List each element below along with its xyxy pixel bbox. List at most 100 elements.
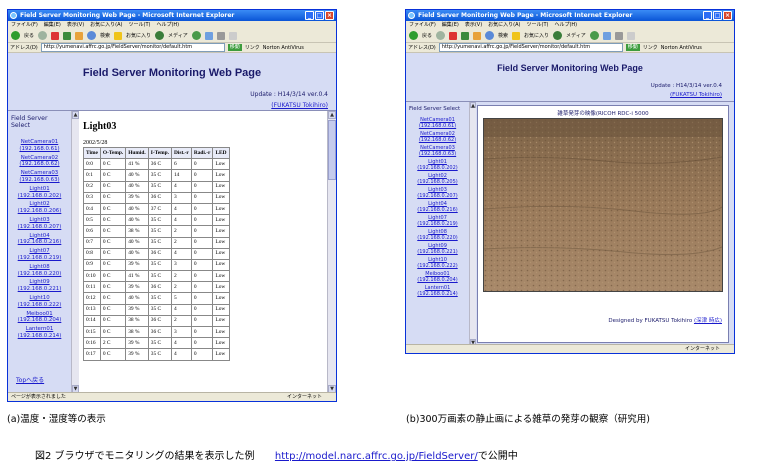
menu-favorites[interactable]: お気に入り(A) [90, 21, 122, 29]
print-icon[interactable] [614, 31, 623, 40]
sidebar-item-light01[interactable]: Light01 (192.168.0.202) [8, 186, 71, 200]
sidebar-item-netcamera03[interactable]: NetCamera03 (192.168.0.63) [8, 170, 71, 184]
media-label[interactable]: メディア [566, 32, 586, 39]
sidebar-item-netcamera03[interactable]: NetCamera03 (192.168.0.63) [406, 145, 469, 157]
menu-view[interactable]: 表示(V) [67, 21, 84, 29]
home-icon[interactable] [473, 31, 482, 40]
back-icon[interactable] [11, 31, 20, 40]
sidebar-item-light02[interactable]: Light02 (192.168.0.206) [8, 201, 71, 215]
history-icon[interactable] [589, 31, 599, 40]
norton-label[interactable]: Norton AntiVirus [263, 45, 304, 51]
sidebar-item-netcamera02[interactable]: NetCamera02 (192.168.0.62) [406, 131, 469, 143]
sidebar-item-netcamera01[interactable]: NetCamera01 (192.168.0.61) [406, 117, 469, 129]
contact-link[interactable]: (深津 時広) [694, 318, 722, 324]
top-link[interactable]: Topへ戻る [16, 375, 44, 384]
search-icon[interactable] [87, 31, 97, 40]
menu-tools[interactable]: ツール(T) [527, 21, 549, 29]
print-icon[interactable] [216, 31, 225, 40]
sidebar-item-light10[interactable]: Light10 (192.168.0.222) [406, 257, 469, 269]
maximize-button[interactable]: □ [713, 11, 722, 20]
media-label[interactable]: メディア [168, 32, 188, 39]
address-input[interactable]: http://yumenavi.affrc.go.jp/FieldServer/… [40, 43, 225, 52]
table-cell: 35 C [147, 292, 172, 305]
go-button[interactable]: 移動 [625, 44, 640, 51]
address-input[interactable]: http://yumenavi.affrc.go.jp/FieldServer/… [438, 43, 623, 52]
sidebar-item-light04[interactable]: Light04 (192.168.0.216) [406, 201, 469, 213]
sidebar-item-light09[interactable]: Light09 (192.168.0.221) [8, 279, 71, 293]
mail-icon[interactable] [204, 31, 213, 40]
sidebar-scrollbar[interactable]: ▲ ▼ [469, 102, 476, 345]
favorites-label[interactable]: お気に入り [126, 32, 151, 39]
back-icon[interactable] [409, 31, 418, 40]
menu-file[interactable]: ファイル(F) [409, 21, 436, 29]
search-icon[interactable] [485, 31, 495, 40]
menu-file[interactable]: ファイル(F) [11, 21, 38, 29]
history-icon[interactable] [191, 31, 201, 40]
sidebar-item-light03[interactable]: Light03 (192.168.0.207) [8, 217, 71, 231]
address-label: アドレス(D) [10, 45, 38, 51]
sidebar-item-light09[interactable]: Light09 (192.168.0.221) [406, 243, 469, 255]
menu-edit[interactable]: 編集(E) [44, 21, 61, 29]
back-label[interactable]: 戻る [24, 32, 34, 39]
sidebar-item-light03[interactable]: Light03 (192.168.0.207) [406, 187, 469, 199]
search-label[interactable]: 検索 [100, 32, 110, 39]
forward-icon[interactable] [38, 31, 48, 40]
sidebar-item-light08[interactable]: Light08 (192.168.0.220) [406, 229, 469, 241]
maximize-button[interactable]: □ [315, 11, 324, 20]
sidebar-scrollbar[interactable]: ▲ ▼ [71, 111, 79, 393]
mail-icon[interactable] [602, 31, 611, 40]
table-row: 0:10 0 C 41 % 35 C 2 0 Low [83, 270, 230, 283]
edit-icon[interactable] [228, 31, 237, 40]
sidebar-item-ip: (192.168.0.205) [417, 179, 458, 185]
minimize-button[interactable]: _ [703, 11, 712, 20]
sidebar-item-lantern01[interactable]: Lantern01 (192.168.0.214) [406, 285, 469, 297]
sidebar-item-light01[interactable]: Light01 (192.168.0.202) [406, 159, 469, 171]
back-label[interactable]: 戻る [422, 32, 432, 39]
search-label[interactable]: 検索 [498, 32, 508, 39]
forward-icon[interactable] [436, 31, 446, 40]
links-label[interactable]: リンク [245, 44, 260, 51]
menu-favorites[interactable]: お気に入り(A) [488, 21, 520, 29]
links-label[interactable]: リンク [643, 44, 658, 51]
menu-view[interactable]: 表示(V) [465, 21, 482, 29]
norton-label[interactable]: Norton AntiVirus [661, 45, 702, 51]
menu-edit[interactable]: 編集(E) [442, 21, 459, 29]
table-cell: 0 C [99, 281, 127, 294]
favorites-icon[interactable] [512, 31, 521, 40]
sidebar-item-meiboo01[interactable]: Meiboo01 (192.168.0.204) [406, 271, 469, 283]
sidebar-item-netcamera01[interactable]: NetCamera01 (192.168.0.61) [8, 139, 71, 153]
close-button[interactable]: × [723, 11, 732, 20]
menu-help[interactable]: ヘルプ(H) [156, 21, 179, 29]
home-icon[interactable] [75, 31, 84, 40]
menu-tools[interactable]: ツール(T) [129, 21, 151, 29]
sidebar-item-light07[interactable]: Light07 (192.168.0.219) [406, 215, 469, 227]
close-button[interactable]: × [325, 11, 334, 20]
author-link[interactable]: (FUKATSU Tokihiro) [670, 92, 722, 98]
table-cell: 0:15 [83, 325, 101, 339]
minimize-button[interactable]: _ [305, 11, 314, 20]
table-row: 0:7 0 C 40 % 35 C 2 0 Low [83, 236, 230, 249]
content-scrollbar[interactable]: ▲ ▼ [327, 111, 336, 393]
refresh-icon[interactable] [63, 31, 72, 40]
refresh-icon[interactable] [461, 31, 470, 40]
media-icon[interactable] [155, 31, 165, 40]
favorites-icon[interactable] [114, 31, 123, 40]
table-cell: 37 C [147, 202, 172, 216]
stop-icon[interactable] [449, 31, 458, 40]
project-url-link[interactable]: http://model.narc.affrc.go.jp/FieldServe… [275, 451, 478, 462]
sidebar-item-light07[interactable]: Light07 (192.168.0.219) [8, 248, 71, 262]
sidebar-item-light02[interactable]: Light02 (192.168.0.205) [406, 173, 469, 185]
sidebar-item-light08[interactable]: Light08 (192.168.0.220) [8, 264, 71, 278]
favorites-label[interactable]: お気に入り [524, 32, 549, 39]
edit-icon[interactable] [626, 31, 635, 40]
sidebar-item-meiboo01[interactable]: Meiboo01 (192.168.0.204) [8, 311, 71, 325]
sidebar-item-light10[interactable]: Light10 (192.168.0.222) [8, 295, 71, 309]
sidebar-item-light04[interactable]: Light04 (192.168.0.216) [8, 233, 71, 247]
sidebar-item-netcamera02[interactable]: NetCamera02 (192.168.0.62) [8, 155, 71, 169]
media-icon[interactable] [553, 31, 563, 40]
menu-help[interactable]: ヘルプ(H) [554, 21, 577, 29]
go-button[interactable]: 移動 [227, 44, 242, 51]
author-link[interactable]: (FUKATSU Tokihiro) [271, 102, 328, 109]
sidebar-item-lantern01[interactable]: Lantern01 (192.168.0.214) [8, 326, 71, 340]
stop-icon[interactable] [51, 31, 60, 40]
